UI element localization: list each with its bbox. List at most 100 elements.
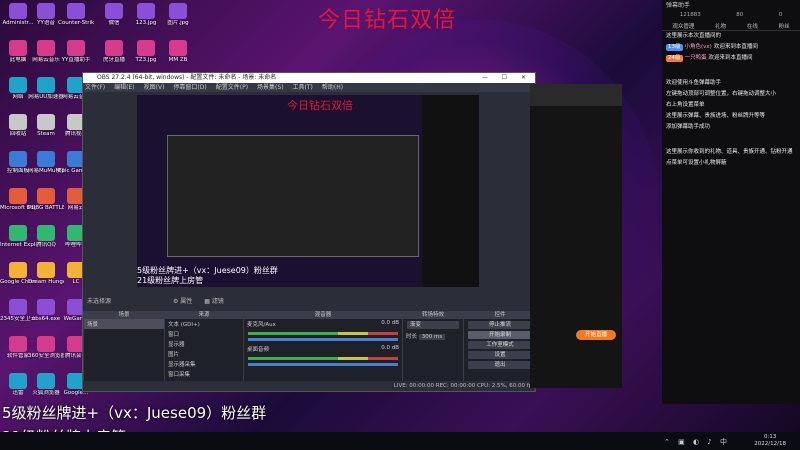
control-button[interactable]: 设置 xyxy=(468,351,532,359)
chat-message: 添加弹幕助手成功 xyxy=(662,122,800,133)
tab-gifts[interactable]: 礼物 xyxy=(715,22,726,30)
panel-tabs: 观众管理 礼物 在线 粉丝 xyxy=(662,22,800,31)
app-icon xyxy=(37,3,55,19)
app-icon xyxy=(37,151,55,167)
mixer-track-mic: 麦克风/Aux 0.0 dB xyxy=(244,319,402,329)
app-icon xyxy=(9,114,27,130)
obs-menu-item[interactable]: 工具(T) xyxy=(293,84,313,91)
obs-preview[interactable]: 今日钻石双倍 5级粉丝牌进+（vx：Juese09）粉丝群 21级粉丝牌上房管 xyxy=(137,95,479,287)
chat-message: 24级 一只鸭蛋 欢迎来到本直播间 xyxy=(662,53,800,64)
panel-stats: 121883 80 0 xyxy=(662,12,800,22)
tab-audience[interactable]: 观众管理 xyxy=(672,22,694,30)
control-button[interactable]: 工作室模式 xyxy=(468,341,532,349)
caption-line-1: 5级粉丝牌进+（vx：Juese09）粉丝群 xyxy=(2,404,267,422)
obs-menu-item[interactable]: 编辑(E) xyxy=(114,84,134,91)
desktop-track-db: 0.0 dB xyxy=(381,345,399,351)
app-icon xyxy=(9,225,27,241)
scenes-dock: 场景 场景 xyxy=(83,311,164,381)
chat-message: 左键拖动顶部可调整位置，右键拖动调整大小 xyxy=(662,89,800,100)
obs-title-text: OBS 27.2.4 (64-bit, windows) - 配置文件: 未命名… xyxy=(97,74,277,81)
clock[interactable]: 0:13 2022/12/18 xyxy=(754,434,786,448)
app-icon xyxy=(9,151,27,167)
desktop-icon-label: TZ3.jpg xyxy=(135,57,157,63)
preview-chat-panel xyxy=(422,95,479,287)
tray-icons[interactable]: ⌃ ▣ ◐ ♪ 中 xyxy=(664,437,730,447)
stat-online: 80 xyxy=(736,12,744,18)
control-button[interactable]: 停止推流 xyxy=(468,321,532,329)
window-controls-icon[interactable]: — ☐ ✕ xyxy=(482,73,532,83)
obs-statusbar: LIVE: 00:00:00 REC: 00:00:00 CPU: 2.5%, … xyxy=(83,382,535,391)
transitions-title: 转场特效 xyxy=(403,311,463,319)
gear-icon[interactable]: ⚙ xyxy=(173,298,178,305)
source-item[interactable]: 窗口 xyxy=(165,329,243,339)
chat-text: 这里展示你收到的礼物、道具、贵族开通、钻粉开通 xyxy=(666,149,793,155)
source-item[interactable]: 显示器 xyxy=(165,339,243,349)
obs-menu-item[interactable]: 场景集(S) xyxy=(257,84,284,91)
chat-message: 这里展示本次直播间的 xyxy=(662,31,800,42)
chat-username[interactable]: 一只鸭蛋 xyxy=(685,55,707,61)
source-toolbar: 未选择源 ⚙ 属性 ▦ 滤镜 xyxy=(83,296,535,308)
app-icon xyxy=(9,262,27,278)
obs-menu-item[interactable]: 停靠窗口(D) xyxy=(173,84,206,91)
mic-volume-slider[interactable] xyxy=(248,338,398,341)
source-item[interactable]: 图片 xyxy=(165,349,243,359)
taskbar: ⌃ ▣ ◐ ♪ 中 0:13 2022/12/18 xyxy=(0,432,800,450)
desktop-volume-slider[interactable] xyxy=(248,363,398,366)
app-icon xyxy=(137,3,155,19)
chat-message: 这里展示你收到的礼物、道具、贵族开通、钻粉开通 xyxy=(662,147,800,158)
desktop-icon-label: YY直播助手 xyxy=(61,57,91,63)
transitions-dock: 转场特效 渐变 时长 300 ms xyxy=(402,311,463,381)
properties-button[interactable]: 属性 xyxy=(180,298,192,305)
tab-online[interactable]: 在线 xyxy=(747,22,758,30)
live-tool-header xyxy=(530,84,622,106)
control-button[interactable]: 开始录制 xyxy=(468,331,532,339)
app-icon xyxy=(37,299,55,315)
desktop-icon[interactable]: YY直播助手 xyxy=(58,39,94,73)
obs-menu-item[interactable]: 配置文件(P) xyxy=(216,84,248,91)
filters-button[interactable]: 滤镜 xyxy=(212,298,224,305)
desktop-icon-label: MM ZB xyxy=(168,57,188,63)
desktop-icon[interactable]: 微信 xyxy=(96,2,132,36)
obs-menu-item[interactable]: 文件(F) xyxy=(85,84,105,91)
desktop-icon[interactable]: TZ3.jpg xyxy=(128,39,164,73)
filter-icon[interactable]: ▦ xyxy=(204,298,210,305)
scene-item[interactable]: 场景 xyxy=(84,319,164,329)
chat-message: 右上角设置菜单 xyxy=(662,100,800,111)
desktop-icon[interactable]: MM ZB xyxy=(160,39,196,73)
obs-menu-item[interactable]: 视图(V) xyxy=(144,84,165,91)
app-icon xyxy=(169,40,187,56)
start-live-button[interactable]: 开始直播 xyxy=(576,330,616,340)
desktop-icon-label: 图片.jpg xyxy=(167,20,189,26)
app-icon xyxy=(169,3,187,19)
clock-date: 2022/12/18 xyxy=(754,441,786,447)
app-icon xyxy=(9,3,27,19)
desktop-icon[interactable]: 123.jpg xyxy=(128,2,164,36)
chat-text: 欢迎来到本直播间 xyxy=(708,55,753,61)
control-button[interactable]: 退出 xyxy=(468,361,532,369)
stat-heat: 121883 xyxy=(679,12,701,18)
no-source-label: 未选择源 xyxy=(87,298,112,305)
mic-track-db: 0.0 dB xyxy=(381,320,399,326)
source-item[interactable]: 显示器采集 xyxy=(165,359,243,369)
chat-message: 这里展示弹幕、贵族进场、粉丝牌升等等 xyxy=(662,111,800,122)
tab-fans[interactable]: 粉丝 xyxy=(779,22,790,30)
desktop-icon[interactable]: 图片.jpg xyxy=(160,2,196,36)
chat-text: 这里展示本次直播间的 xyxy=(666,33,722,39)
transition-select[interactable]: 渐变 xyxy=(407,321,459,329)
app-icon xyxy=(67,3,85,19)
controls-dock: 控件 停止推流 开始录制 工作室模式 设置 退出 xyxy=(463,311,536,381)
obs-titlebar[interactable]: OBS 27.2.4 (64-bit, windows) - 配置文件: 未命名… xyxy=(83,73,535,83)
source-item[interactable]: 文本 (GDI+) xyxy=(165,319,243,329)
app-icon xyxy=(105,40,123,56)
preview-overlay-title: 今日钻石双倍 xyxy=(287,99,353,112)
source-item[interactable]: 窗口采集 xyxy=(165,369,243,379)
obs-window[interactable]: OBS 27.2.4 (64-bit, windows) - 配置文件: 未命名… xyxy=(82,72,536,392)
app-icon xyxy=(37,114,55,130)
desktop-icon[interactable]: 虎牙直播 xyxy=(96,39,132,73)
app-icon xyxy=(9,299,27,315)
chat-text: 右上角设置菜单 xyxy=(666,102,705,108)
desktop-icon[interactable]: Counter-Strike Global... xyxy=(58,2,94,36)
chat-username[interactable]: 小角色(vx) xyxy=(685,44,712,50)
duration-input[interactable]: 300 ms xyxy=(418,334,446,340)
obs-menu-item[interactable]: 帮助(H) xyxy=(322,84,343,91)
